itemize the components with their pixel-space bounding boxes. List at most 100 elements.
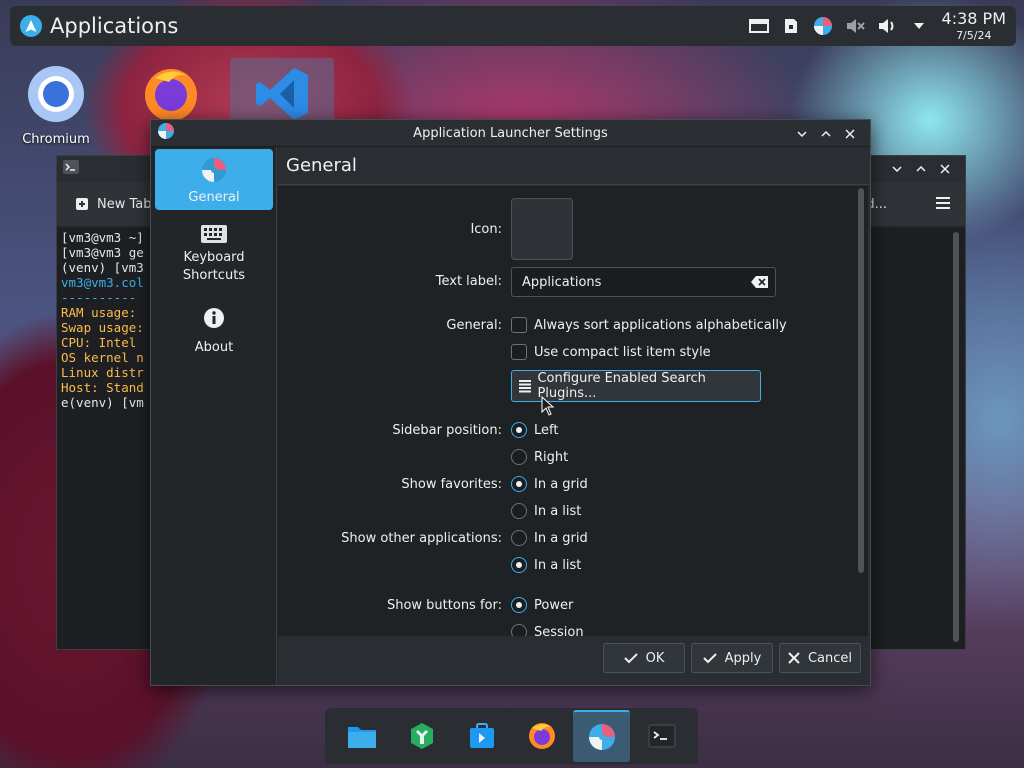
favorites-list-radio[interactable]: In a list bbox=[511, 503, 581, 519]
checkmark-icon bbox=[702, 653, 717, 664]
checkbox-box[interactable] bbox=[511, 344, 527, 360]
taskbar bbox=[325, 708, 698, 764]
taskbar-discover[interactable] bbox=[453, 710, 510, 762]
dialog-main: General Icon: Text label: Applications G… bbox=[278, 147, 870, 685]
radio-label: Right bbox=[534, 449, 569, 465]
sidebar-item-keyboard-shortcuts[interactable]: Keyboard Shortcuts bbox=[155, 221, 273, 293]
top-panel: Applications 4:38 PM 7/5/24 bbox=[10, 6, 1016, 46]
volume-icon[interactable] bbox=[876, 15, 898, 37]
close-button[interactable] bbox=[933, 159, 957, 179]
taskbar-firefox[interactable] bbox=[513, 710, 570, 762]
launcher-settings-dialog[interactable]: Application Launcher Settings General Ke… bbox=[150, 119, 871, 686]
vscode-icon bbox=[256, 68, 308, 120]
clock[interactable]: 4:38 PM 7/5/24 bbox=[942, 11, 1006, 42]
sort-alphabetically-checkbox[interactable]: Always sort applications alphabetically bbox=[511, 317, 787, 333]
terminal-icon bbox=[648, 724, 675, 748]
minimize-button[interactable] bbox=[790, 124, 814, 144]
firefox-icon bbox=[528, 723, 555, 749]
launcher-icon[interactable] bbox=[812, 15, 834, 37]
maximize-button[interactable] bbox=[909, 159, 933, 179]
minimize-button[interactable] bbox=[885, 159, 909, 179]
compact-list-checkbox[interactable]: Use compact list item style bbox=[511, 344, 711, 360]
sidebar-item-label: Keyboard Shortcuts bbox=[182, 250, 246, 283]
radio-label: In a grid bbox=[534, 530, 588, 546]
radio-label: Left bbox=[534, 422, 559, 438]
new-tab-icon bbox=[76, 198, 88, 210]
cancel-label: Cancel bbox=[807, 650, 853, 666]
taskbar-terminal[interactable] bbox=[633, 710, 690, 762]
icon-label: Icon: bbox=[470, 222, 502, 237]
new-tab-button[interactable]: New Tab bbox=[75, 197, 152, 212]
radio-label: In a grid bbox=[534, 476, 588, 492]
text-label-value: Applications bbox=[522, 274, 602, 290]
window-icon[interactable] bbox=[748, 15, 770, 37]
radio-label: In a list bbox=[534, 503, 582, 519]
discover-icon bbox=[469, 723, 494, 748]
settings-scroll-area[interactable]: Icon: Text label: Applications General: … bbox=[278, 186, 868, 636]
icon-picker-button[interactable] bbox=[511, 198, 573, 260]
save-icon[interactable] bbox=[780, 15, 802, 37]
launcher-icon bbox=[157, 122, 175, 144]
radio-label: In a list bbox=[534, 557, 582, 573]
radio-button[interactable] bbox=[511, 597, 527, 613]
dialog-title: Application Launcher Settings bbox=[413, 125, 608, 141]
radio-button[interactable] bbox=[511, 557, 527, 573]
keyboard-icon bbox=[201, 225, 227, 243]
other-apps-label: Show other applications: bbox=[341, 531, 502, 546]
show-buttons-label: Show buttons for: bbox=[386, 598, 502, 613]
radio-button[interactable] bbox=[511, 503, 527, 519]
checkmark-icon bbox=[623, 653, 638, 664]
terminal-icon bbox=[63, 160, 79, 178]
launcher-title: Applications bbox=[50, 14, 179, 38]
clear-text-icon[interactable] bbox=[751, 275, 769, 289]
other-apps-list-radio[interactable]: In a list bbox=[511, 557, 581, 573]
buttons-power-radio[interactable]: Power bbox=[511, 597, 573, 613]
ok-label: OK bbox=[645, 650, 665, 666]
terminal-window-buttons bbox=[885, 159, 957, 179]
desktop-icon-chromium[interactable]: Chromium bbox=[16, 64, 96, 147]
page-title: General bbox=[278, 147, 870, 185]
info-icon bbox=[204, 308, 224, 328]
close-icon bbox=[788, 652, 800, 664]
close-button[interactable] bbox=[838, 124, 862, 144]
checkbox-box[interactable] bbox=[511, 317, 527, 333]
text-label-label: Text label: bbox=[435, 274, 502, 289]
other-apps-grid-radio[interactable]: In a grid bbox=[511, 530, 588, 546]
radio-button[interactable] bbox=[511, 476, 527, 492]
file-manager-icon bbox=[347, 727, 376, 748]
settings-icon bbox=[410, 723, 433, 749]
sidebar-left-radio[interactable]: Left bbox=[511, 422, 558, 438]
sidebar-item-about[interactable]: About bbox=[155, 305, 273, 359]
sidebar-item-general[interactable]: General bbox=[155, 149, 273, 210]
launcher-icon bbox=[202, 158, 226, 182]
maximize-button[interactable] bbox=[814, 124, 838, 144]
radio-button[interactable] bbox=[511, 449, 527, 465]
sidebar-right-radio[interactable]: Right bbox=[511, 449, 568, 465]
mouse-cursor-icon bbox=[541, 396, 555, 416]
arrow-down-icon[interactable] bbox=[908, 15, 930, 37]
taskbar-settings[interactable] bbox=[393, 710, 450, 762]
terminal-scrollbar[interactable] bbox=[953, 232, 959, 642]
general-label: General: bbox=[446, 318, 502, 333]
checkbox-label: Use compact list item style bbox=[534, 344, 711, 360]
radio-button[interactable] bbox=[511, 530, 527, 546]
radio-button[interactable] bbox=[511, 422, 527, 438]
apply-button[interactable]: Apply bbox=[691, 643, 773, 673]
taskbar-launcher-settings[interactable] bbox=[573, 710, 630, 762]
taskbar-file-manager[interactable] bbox=[333, 710, 390, 762]
dialog-window-buttons bbox=[790, 124, 862, 144]
arch-logo-icon bbox=[20, 15, 42, 37]
configure-button-label: Configure Enabled Search Plugins... bbox=[537, 371, 706, 401]
sidebar-item-label: About bbox=[194, 340, 234, 355]
hamburger-menu-icon[interactable] bbox=[935, 196, 951, 214]
settings-scrollbar[interactable] bbox=[858, 188, 864, 573]
checkbox-label: Always sort applications alphabetically bbox=[534, 317, 787, 333]
dialog-titlebar[interactable]: Application Launcher Settings bbox=[151, 120, 870, 147]
cancel-button[interactable]: Cancel bbox=[779, 643, 861, 673]
favorites-grid-radio[interactable]: In a grid bbox=[511, 476, 588, 492]
ok-button[interactable]: OK bbox=[603, 643, 685, 673]
application-launcher[interactable]: Applications bbox=[20, 14, 178, 38]
text-label-input[interactable]: Applications bbox=[511, 267, 776, 297]
muted-icon[interactable] bbox=[844, 15, 866, 37]
launcher-settings-icon bbox=[588, 724, 615, 750]
